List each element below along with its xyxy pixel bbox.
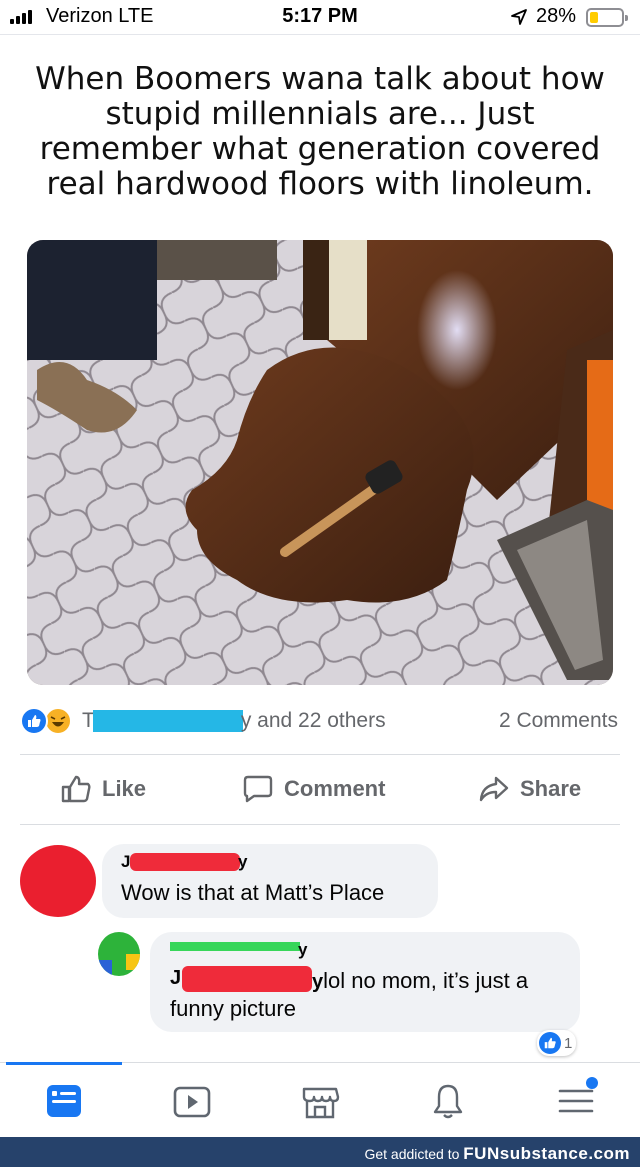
notifications-icon (433, 1084, 463, 1119)
like-label: Like (102, 776, 147, 801)
comment-button[interactable]: Comment (242, 774, 385, 804)
redaction-mark (170, 942, 300, 951)
like-reaction-icon (20, 707, 48, 735)
divider (0, 34, 640, 35)
divider (20, 824, 620, 825)
reply-author-avatar[interactable] (98, 932, 140, 976)
comment-author-end[interactable]: y (238, 852, 247, 872)
watermark-prefix: Get addicted to (364, 1146, 464, 1162)
thumbs-up-icon (61, 775, 91, 803)
home-icon (47, 1085, 81, 1117)
tab-menu[interactable] (552, 1077, 600, 1125)
tab-marketplace[interactable] (296, 1077, 344, 1125)
bottom-navigation (0, 1065, 640, 1137)
reply-text-line2: funny picture (170, 996, 296, 1021)
watermark-brand: FUNsubstance.com (463, 1144, 630, 1163)
reply-text-line1: ylol no mom, it’s just a (312, 968, 528, 994)
reaction-names: Ty and 22 others (82, 709, 386, 733)
watermark: Get addicted to FUNsubstance.com (364, 1144, 630, 1164)
comment-label: Comment (284, 776, 386, 801)
comment-text: Wow is that at Matt’s Place (121, 880, 385, 905)
comment-icon (243, 775, 273, 803)
divider (20, 754, 620, 755)
menu-notification-dot (586, 1077, 598, 1089)
battery-percent: 28% (536, 5, 577, 27)
redaction-mark (182, 966, 312, 992)
reactor-name-end: y (240, 709, 252, 732)
comments-count-link[interactable]: 2 Comments (499, 709, 618, 733)
reply-tag-end: y (298, 940, 308, 959)
battery-icon (586, 8, 628, 27)
reply-like-count: 1 (564, 1034, 573, 1052)
meme-caption: When Boomers wana talk about how stupid … (35, 61, 605, 202)
commenter-avatar[interactable] (20, 845, 96, 917)
share-label: Share (520, 776, 582, 801)
share-button[interactable]: Share (478, 774, 581, 804)
reply-text: lol no mom, it’s just a (323, 968, 529, 993)
reply-author-start[interactable]: J (170, 967, 181, 990)
like-button[interactable]: Like (60, 774, 146, 804)
post-photo[interactable] (27, 240, 613, 685)
watch-icon (173, 1086, 211, 1118)
tab-notifications[interactable] (424, 1077, 472, 1125)
marketplace-icon (302, 1087, 340, 1119)
share-arrow-icon (479, 776, 509, 802)
redaction-mark (92, 710, 243, 733)
tab-home[interactable] (40, 1077, 88, 1125)
like-reaction-icon (539, 1032, 561, 1054)
watermark-bar: Get addicted to FUNsubstance.com (0, 1137, 640, 1167)
status-bar: Verizon LTE 5:17 PM 28% (0, 0, 640, 34)
haha-reaction-icon (44, 707, 72, 735)
reactions-summary[interactable]: Ty and 22 others 2 Comments (0, 700, 640, 746)
location-arrow-icon (511, 9, 527, 25)
post-action-bar: Like Comment Share (0, 762, 640, 818)
battery-fill (590, 12, 598, 23)
redaction-mark (130, 853, 240, 871)
reply-author-end[interactable]: y (312, 971, 323, 993)
reaction-count: and 22 others (251, 709, 386, 732)
tab-watch[interactable] (168, 1077, 216, 1125)
reply-like-badge[interactable]: 1 (537, 1030, 577, 1056)
hardwood-floor-photo (27, 240, 613, 685)
